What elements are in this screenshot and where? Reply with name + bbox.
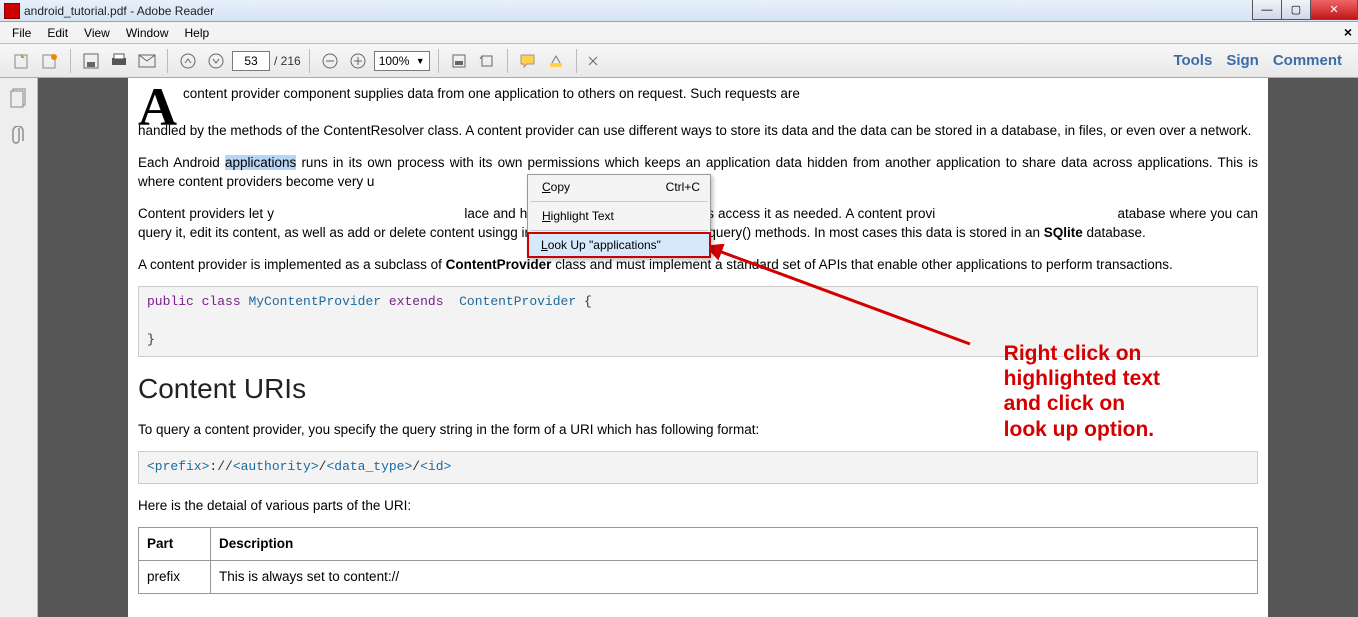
copy-shortcut: Ctrl+C [666, 180, 700, 194]
para6: Here is the detaial of various parts of … [138, 496, 1258, 516]
save-copy-icon[interactable] [447, 49, 471, 73]
annotation-text: Right click onhighlighted textand click … [1004, 341, 1160, 442]
window-minimize-button[interactable]: — [1252, 0, 1282, 20]
menu-edit[interactable]: Edit [39, 24, 76, 42]
print-icon[interactable] [107, 49, 131, 73]
rotate-icon[interactable] [475, 49, 499, 73]
drop-cap: A [138, 84, 183, 121]
export-pdf-icon[interactable] [10, 49, 34, 73]
attachments-tab-icon[interactable] [5, 122, 33, 150]
context-menu-copy[interactable]: CopyCtrl+C [528, 175, 710, 199]
menubar: File Edit View Window Help [0, 22, 1358, 44]
cell-part: prefix [139, 561, 211, 594]
page-up-icon[interactable] [176, 49, 200, 73]
sign-panel-button[interactable]: Sign [1226, 52, 1259, 69]
thumbnails-tab-icon[interactable] [5, 84, 33, 112]
page-total-label: / 216 [274, 54, 301, 68]
para1-cont: handled by the methods of the ContentRes… [138, 121, 1258, 141]
para3-tail: database. [1083, 225, 1146, 240]
para4-b: ContentProvider [446, 257, 552, 272]
para2-mid: runs in its own process with its own per… [296, 155, 1000, 170]
toolbar: / 216 100%▼ Tools Sign Comment [0, 44, 1358, 78]
tools-panel-button[interactable]: Tools [1173, 52, 1212, 69]
read-mode-icon[interactable] [581, 49, 605, 73]
zoom-in-icon[interactable] [346, 49, 370, 73]
save-icon[interactable] [79, 49, 103, 73]
menu-help[interactable]: Help [177, 24, 218, 42]
comment-icon[interactable] [516, 49, 540, 73]
menu-view[interactable]: View [76, 24, 118, 42]
highlight-icon[interactable] [544, 49, 568, 73]
window-title: android_tutorial.pdf - Adobe Reader [24, 4, 214, 18]
code-block-2: <prefix>://<authority>/<data_type>/<id> [138, 451, 1258, 484]
create-pdf-icon[interactable] [38, 49, 62, 73]
page-down-icon[interactable] [204, 49, 228, 73]
highlighted-text[interactable]: applications [225, 155, 296, 170]
context-menu-highlight[interactable]: Highlight Text [528, 204, 710, 228]
para4-a: A content provider is implemented as a s… [138, 257, 446, 272]
email-icon[interactable] [135, 49, 159, 73]
context-menu-lookup[interactable]: Look Up "applications" [527, 232, 711, 258]
para4-c: class and must implement a standard set … [551, 257, 1172, 272]
cell-desc: This is always set to content:// [211, 561, 1258, 594]
uri-parts-table: PartDescription prefixThis is always set… [138, 527, 1258, 593]
window-maximize-button[interactable]: ▢ [1281, 0, 1311, 20]
menu-file[interactable]: File [4, 24, 39, 42]
zoom-select[interactable]: 100%▼ [374, 51, 430, 71]
close-document-button[interactable]: × [1344, 24, 1352, 40]
table-row: prefixThis is always set to content:// [139, 561, 1258, 594]
para3-bold: SQlite [1044, 225, 1083, 240]
comment-panel-button[interactable]: Comment [1273, 52, 1342, 69]
nav-sidebar [0, 78, 38, 617]
window-titlebar: android_tutorial.pdf - Adobe Reader — ▢ … [0, 0, 1358, 22]
window-close-button[interactable]: ✕ [1310, 0, 1358, 20]
menu-window[interactable]: Window [118, 24, 177, 42]
th-part: Part [139, 528, 211, 561]
para1-line1: content provider component supplies data… [183, 86, 800, 101]
zoom-out-icon[interactable] [318, 49, 342, 73]
app-icon [4, 3, 20, 19]
zoom-value: 100% [379, 54, 410, 68]
th-desc: Description [211, 528, 1258, 561]
page-number-input[interactable] [232, 51, 270, 71]
context-menu: CopyCtrl+C Highlight Text Look Up "appli… [527, 174, 711, 258]
para2-pre: Each Android [138, 155, 225, 170]
